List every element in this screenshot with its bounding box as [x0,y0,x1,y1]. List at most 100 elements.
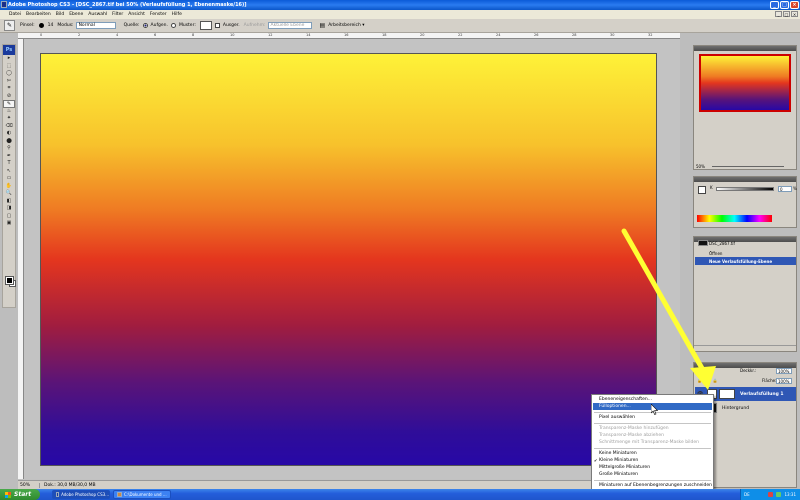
lock-icons[interactable]: 🔒 ✎ ✥ 🔒 [697,378,717,383]
language-indicator[interactable]: DE [744,492,750,497]
canvas-area[interactable] [24,39,680,479]
clock[interactable]: 13:31 [784,492,796,497]
workspace-label: Arbeitsbereich ▾ [328,23,365,28]
healing-tool-icon[interactable]: ⊘ [3,93,15,101]
menu-ansicht[interactable]: Ansicht [128,12,145,17]
taskbar-item-explorer[interactable]: C:\Dokumente und ... [113,490,171,499]
history-footer [694,345,796,351]
start-label: Start [14,491,32,498]
maximize-button[interactable]: □ [780,1,789,9]
doc-maximize-button[interactable]: □ [783,11,790,17]
menu-item-small-thumbnails[interactable]: Kleine Miniaturen [593,457,712,464]
ruler-number: 6 [154,33,157,37]
move-tool-icon[interactable]: ▸ [3,55,15,63]
ruler-number: 4 [116,33,119,37]
tray-icon[interactable] [768,492,774,497]
menu-filter[interactable]: Filter [112,12,123,17]
lasso-tool-icon[interactable]: ◯ [3,70,15,78]
palette-well-icon: ▤ [319,22,326,29]
shape-tool-icon[interactable]: ▭ [3,175,15,183]
menu-ebene[interactable]: Ebene [69,12,83,17]
color-panel-swatch[interactable] [698,186,706,194]
crop-tool-icon[interactable]: ✄ [3,78,15,86]
taskbar-item-photoshop[interactable]: Adobe Photoshop CS3... [52,490,110,499]
history-item[interactable]: Öffnen [695,249,796,257]
blur-tool-icon[interactable]: ⬤ [3,138,15,146]
aligned-checkbox[interactable] [214,23,220,28]
path-selection-tool-icon[interactable]: ↖ [3,168,15,176]
source-sampled-radio[interactable] [142,23,148,28]
ps-logo[interactable]: Ps [3,45,15,55]
color-channel-value[interactable]: 0 [778,186,792,192]
ruler-number: 24 [496,33,501,37]
menu-item-select-pixels[interactable]: Pixel auswählen [593,414,712,421]
ruler-number: 32 [648,33,653,37]
close-button[interactable]: × [790,1,799,9]
menu-fenster[interactable]: Fenster [150,12,167,17]
doc-minimize-button[interactable]: _ [775,11,782,17]
menu-item-clip-to-layer-bounds[interactable]: Miniaturen auf Ebenenbegrenzungen zuschn… [593,482,712,489]
pattern-picker[interactable] [199,21,212,30]
full-screen-mode-icon[interactable]: ▣ [3,220,15,228]
history-item[interactable]: Neue Verlaufsfüllung-Ebene [695,257,796,265]
dodge-tool-icon[interactable]: ⚲ [3,145,15,153]
clone-stamp-tool-icon[interactable]: ♨ [3,108,15,116]
navigator-zoom-slider[interactable] [712,166,784,167]
brush-preview-icon[interactable] [38,23,44,28]
zoom-tool-icon[interactable]: 🔍 [3,190,15,198]
opacity-value[interactable]: 100% [776,368,792,374]
layer-mask-thumbnail[interactable] [719,389,735,399]
fill-value[interactable]: 100% [776,378,792,384]
menu-item-layer-properties[interactable]: Ebeneneigenschaften... [593,396,712,403]
screen-mode-icon[interactable]: ▢ [3,213,15,221]
menu-item-no-thumbnails[interactable]: Keine Miniaturen [593,450,712,457]
zoom-level[interactable]: 50% [18,483,40,488]
document-size[interactable]: Dok.: 30,0 MB/30,0 MB [40,483,96,488]
menu-bild[interactable]: Bild [56,12,64,17]
history-snapshot[interactable]: DSC_2867.tif [695,239,796,247]
panel-header[interactable] [694,177,796,182]
menu-item-medium-thumbnails[interactable]: Mittelgroße Miniaturen [593,464,712,471]
menu-bearbeiten[interactable]: Bearbeiten [26,12,51,17]
color-ramp[interactable] [697,215,772,222]
doc-close-button[interactable]: × [791,11,798,17]
brush-size[interactable]: 14 [48,23,54,28]
history-brush-tool-icon[interactable]: ✦ [3,115,15,123]
minimize-button[interactable]: _ [770,1,779,9]
menu-hilfe[interactable]: Hilfe [172,12,182,17]
brush-tool-icon[interactable]: ✎ [3,100,15,108]
standard-mode-icon[interactable]: ◨ [3,205,15,213]
aligned-label: Ausger. [222,23,240,28]
menu-auswahl[interactable]: Auswahl [88,12,107,17]
quick-mask-icon[interactable]: ◧ [3,198,15,206]
menu-datei[interactable]: Datei [9,12,21,17]
start-button[interactable]: Start [0,489,40,500]
brush-label: Pinsel: [20,23,35,28]
photoshop-screen: Adobe Photoshop CS3 - [DSC_2867.tif bei … [0,0,800,500]
sample-select[interactable]: Aktuelle Ebene [267,22,312,29]
source-pattern-radio[interactable] [170,23,176,28]
mode-select[interactable]: Normal [75,22,116,29]
menu-item-large-thumbnails[interactable]: Große Miniaturen [593,471,712,478]
marquee-tool-icon[interactable]: ⬚ [3,63,15,71]
ruler-number: 10 [230,33,235,37]
gradient-image[interactable] [40,53,657,466]
workspace-button[interactable]: ▤ Arbeitsbereich ▾ [320,22,365,29]
color-channel-slider[interactable] [716,187,774,191]
ruler-number: 0 [40,33,43,37]
tray-icon[interactable] [776,492,782,497]
navigator-preview[interactable] [699,54,791,112]
eraser-tool-icon[interactable]: ⌫ [3,123,15,131]
gradient-tool-icon[interactable]: ◐ [3,130,15,138]
hand-tool-icon[interactable]: ✋ [3,183,15,191]
foreground-color-swatch[interactable] [5,276,14,285]
menu-bar: Datei Bearbeiten Bild Ebene Auswahl Filt… [0,10,800,19]
slice-tool-icon[interactable]: ⌗ [3,85,15,93]
color-panel: K 0 % [693,176,797,228]
type-tool-icon[interactable]: T [3,160,15,168]
pen-tool-icon[interactable]: ✒ [3,153,15,161]
clone-stamp-tool-preset-icon[interactable]: ✎ [4,20,15,31]
snapshot-thumbnail [698,240,708,246]
navigator-zoom[interactable]: 50% [696,164,705,169]
panel-header[interactable] [694,46,796,51]
